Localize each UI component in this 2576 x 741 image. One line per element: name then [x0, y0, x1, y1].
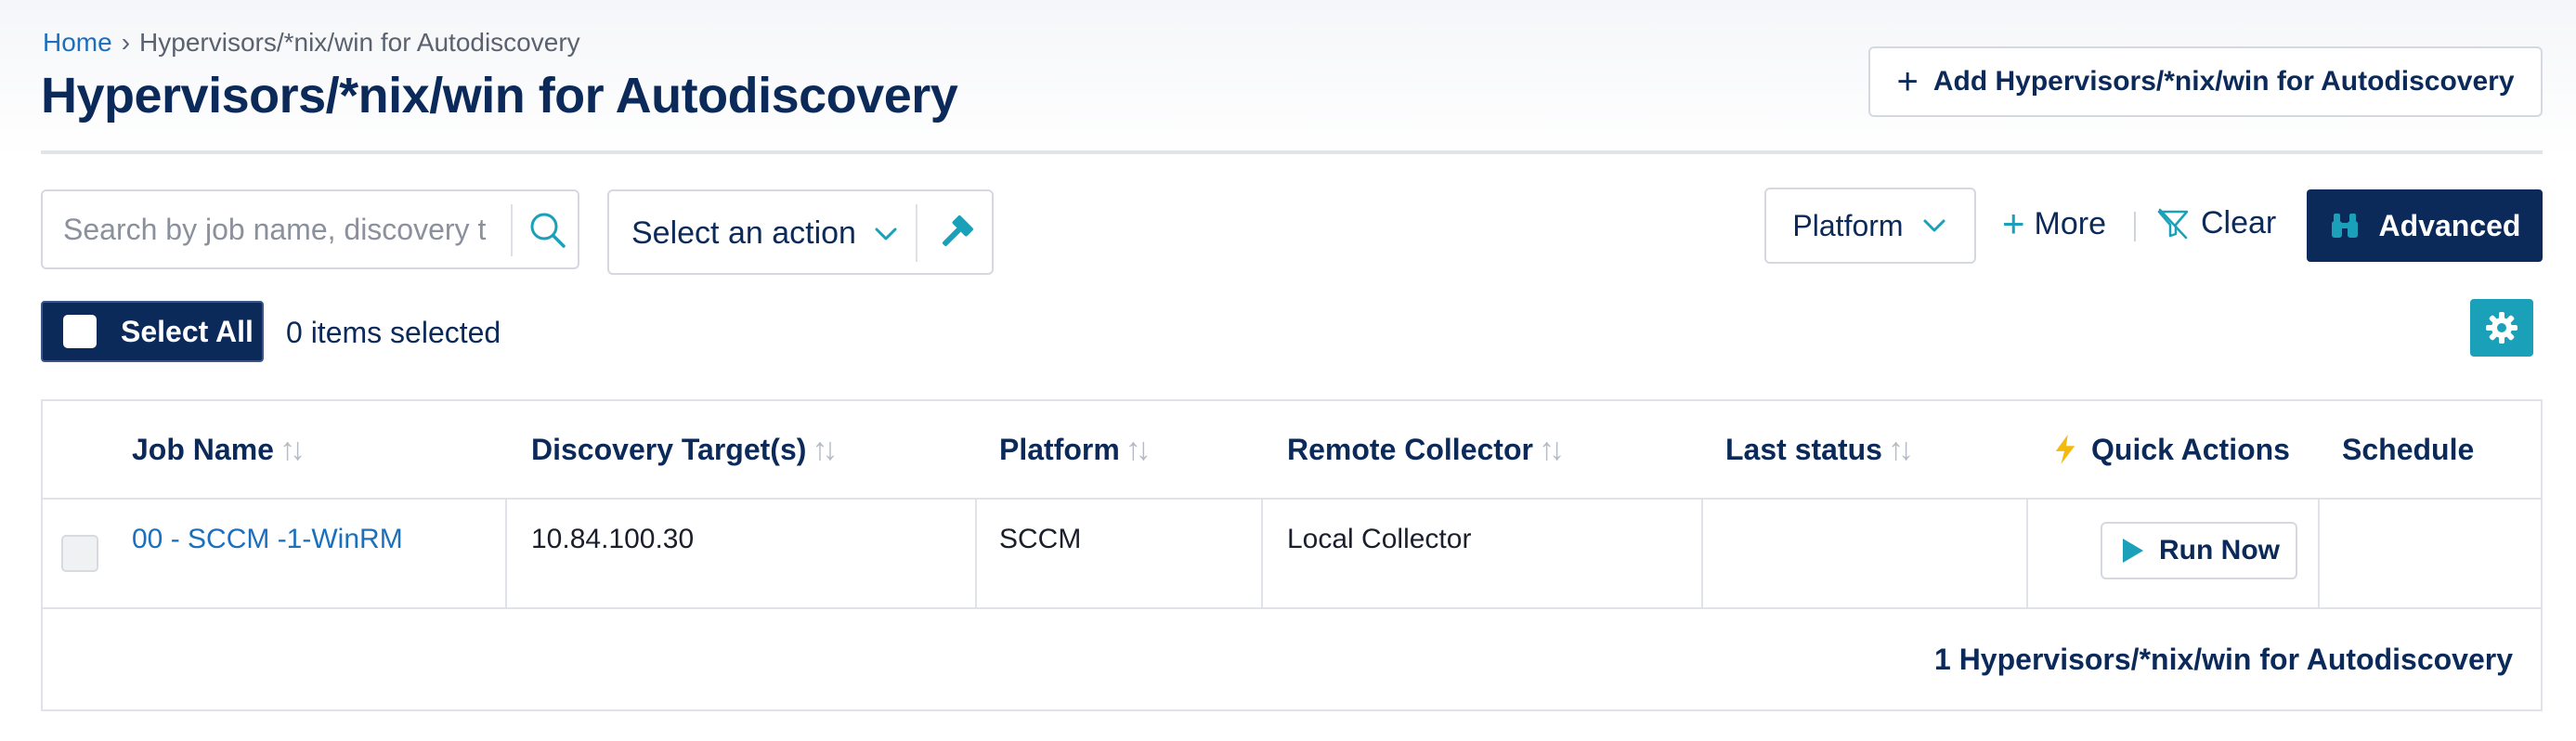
- column-header-discovery-targets[interactable]: Discovery Target(s) ↑↓: [531, 401, 838, 498]
- column-header-label: Schedule: [2342, 432, 2475, 466]
- sort-icon[interactable]: ↑↓: [812, 432, 838, 468]
- more-filters-label: More: [2034, 205, 2106, 241]
- platform-cell: SCCM: [999, 524, 1082, 554]
- job-name-link[interactable]: 00 - SCCM -1-WinRM: [132, 524, 403, 555]
- filter-clear-icon: [2157, 208, 2189, 240]
- platform-filter-button[interactable]: Platform: [1764, 188, 1976, 264]
- search-divider: [511, 204, 513, 256]
- column-header-last-status[interactable]: Last status ↑↓: [1725, 401, 1914, 498]
- header-divider: [41, 150, 2543, 154]
- plus-icon: +: [2002, 202, 2025, 245]
- search-input[interactable]: [43, 192, 507, 266]
- bolt-icon: [2055, 435, 2075, 464]
- search-box: [41, 189, 579, 269]
- column-divider: [1701, 500, 1703, 607]
- column-header-schedule: Schedule: [2342, 401, 2474, 498]
- remote-collector-cell: Local Collector: [1287, 524, 1472, 554]
- sort-icon[interactable]: ↑↓: [1125, 432, 1151, 468]
- run-now-button[interactable]: Run Now: [2101, 522, 2297, 579]
- page-title: Hypervisors/*nix/win for Autodiscovery: [41, 68, 958, 124]
- row-divider-line: [43, 607, 2541, 609]
- column-divider: [2026, 500, 2028, 607]
- breadcrumb-home-link[interactable]: Home: [43, 28, 112, 58]
- column-header-label: Quick Actions: [2091, 432, 2290, 466]
- breadcrumb: Home › Hypervisors/*nix/win for Autodisc…: [43, 28, 580, 58]
- plus-icon: +: [1896, 61, 1919, 102]
- sort-icon[interactable]: ↑↓: [280, 432, 306, 468]
- breadcrumb-current: Hypervisors/*nix/win for Autodiscovery: [139, 28, 580, 57]
- column-header-label: Job Name: [132, 432, 274, 466]
- table-settings-button[interactable]: [2470, 299, 2533, 357]
- column-header-platform[interactable]: Platform ↑↓: [999, 401, 1151, 498]
- column-header-label: Discovery Target(s): [531, 432, 807, 466]
- add-hypervisor-button[interactable]: + Add Hypervisors/*nix/win for Autodisco…: [1868, 46, 2543, 117]
- select-all-label: Select All: [121, 314, 254, 348]
- column-divider: [1261, 500, 1263, 607]
- more-filters-button[interactable]: + More: [2002, 204, 2106, 243]
- column-divider: [975, 500, 977, 607]
- advanced-search-button[interactable]: Advanced: [2307, 189, 2543, 262]
- header-divider-line: [43, 498, 2541, 500]
- column-header-label: Platform: [999, 432, 1120, 466]
- gear-icon: [2486, 312, 2517, 344]
- binoculars-icon: [2331, 214, 2358, 238]
- select-all-checkbox[interactable]: [63, 315, 97, 348]
- chevron-down-icon: [1923, 219, 1945, 232]
- column-header-label: Remote Collector: [1287, 432, 1533, 466]
- play-icon: [2123, 539, 2143, 563]
- sort-icon[interactable]: ↑↓: [1539, 432, 1565, 468]
- select-all-button[interactable]: Select All: [41, 301, 264, 362]
- chevron-down-icon[interactable]: [871, 219, 901, 249]
- jobs-table: Job Name ↑↓ Discovery Target(s) ↑↓ Platf…: [41, 399, 2543, 711]
- breadcrumb-separator: ›: [121, 28, 131, 57]
- sort-icon[interactable]: ↑↓: [1888, 432, 1914, 468]
- advanced-search-label: Advanced: [2378, 208, 2521, 242]
- action-select-dropdown[interactable]: Select an action: [631, 215, 856, 252]
- column-header-label: Last status: [1725, 432, 1882, 466]
- search-icon[interactable]: [526, 208, 570, 253]
- filter-divider: [2134, 212, 2136, 241]
- platform-filter-label: Platform: [1792, 208, 1904, 242]
- column-divider: [505, 500, 507, 607]
- row-checkbox[interactable]: [61, 535, 98, 572]
- column-header-quick-actions: Quick Actions: [2052, 401, 2290, 498]
- table-footer-count: 1 Hypervisors/*nix/win for Autodiscovery: [1934, 643, 2513, 676]
- discovery-target-cell: 10.84.100.30: [531, 524, 695, 554]
- items-selected-count: 0 items selected: [286, 316, 501, 349]
- clear-filters-label: Clear: [2201, 204, 2277, 240]
- run-now-label: Run Now: [2159, 535, 2280, 566]
- column-divider: [2318, 500, 2320, 607]
- action-select: Select an action: [607, 189, 994, 275]
- column-header-remote-collector[interactable]: Remote Collector ↑↓: [1287, 401, 1565, 498]
- add-hypervisor-button-label: Add Hypervisors/*nix/win for Autodiscove…: [1932, 66, 2515, 97]
- clear-filters-button[interactable]: Clear: [2154, 204, 2276, 241]
- action-divider: [916, 204, 917, 262]
- gavel-icon[interactable]: [932, 210, 979, 256]
- column-header-job-name[interactable]: Job Name ↑↓: [132, 401, 306, 498]
